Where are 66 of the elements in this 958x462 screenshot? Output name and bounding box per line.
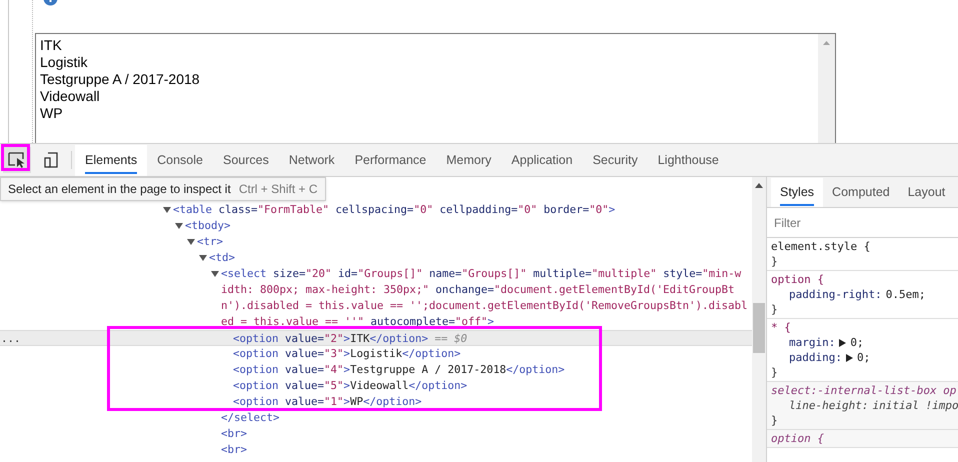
expand-arrow-icon[interactable]	[163, 206, 171, 214]
css-property[interactable]: padding-right:	[789, 287, 882, 302]
scroll-up-icon[interactable]	[755, 183, 763, 188]
dom-line[interactable]: ed = this.value == ''" autocomplete="off">	[221, 314, 494, 330]
dom-line[interactable]: <option value="1">WP</option>	[233, 394, 422, 410]
devtools-tab[interactable]: Network	[278, 145, 345, 176]
list-option[interactable]: Videowall	[40, 88, 818, 105]
devtools-tab[interactable]: Elements	[75, 145, 148, 176]
styles-tab[interactable]: Layout	[898, 178, 954, 207]
devtools-tab[interactable]: Application	[501, 145, 583, 176]
scrollbar-thumb[interactable]	[753, 303, 765, 353]
css-selector[interactable]: option {	[771, 272, 954, 287]
closing-brace: }	[771, 413, 779, 428]
list-option[interactable]: Logistik	[40, 54, 818, 71]
list-option[interactable]: WP	[40, 105, 818, 122]
dom-line[interactable]: idth: 800px; max-height: 350px;" onchange="document.getElementById('EditGroupBt	[221, 282, 735, 298]
dom-line[interactable]: <table class="FormTable" cellspacing="0" cellpadding="0" border="0">	[173, 202, 616, 218]
css-selector[interactable]: select:-internal-list-box op	[771, 383, 954, 398]
expand-arrow-icon[interactable]	[199, 254, 207, 262]
inspect-element-icon[interactable]	[8, 152, 26, 168]
closing-brace: }	[771, 365, 779, 380]
dom-line[interactable]: <td>	[209, 250, 236, 266]
group-listbox[interactable]: ITK Logistik Testgruppe A / 2017-2018 Videowall WP	[35, 33, 836, 143]
shortcut-hint: Ctrl + Shift + C	[238, 181, 318, 198]
filter-field[interactable]: Filter	[767, 208, 958, 237]
dom-line[interactable]: <tr>	[197, 234, 224, 250]
dom-line[interactable]: <select size="20" id="Groups[]" name="Groups[]" multiple="multiple" style="min-w	[221, 266, 742, 282]
dom-line[interactable]: <option value="2">ITK</option> == $0	[233, 331, 468, 347]
list-option[interactable]: ITK	[40, 37, 818, 54]
expand-arrow-icon[interactable]	[187, 238, 195, 246]
devtools-tab[interactable]: Security	[582, 145, 648, 176]
closing-brace: }	[771, 302, 779, 317]
css-selector[interactable]: element.style {	[771, 239, 954, 254]
devtools-tab[interactable]: Lighthouse	[648, 145, 729, 176]
expand-arrow-icon[interactable]	[175, 222, 183, 230]
highlight-frame	[1, 144, 30, 171]
dom-line[interactable]: <option value="3">Logistik</option>	[233, 346, 461, 362]
css-value[interactable]: 0;	[856, 350, 870, 365]
tooltip-text: Select an element in the page to inspect it	[8, 181, 231, 198]
css-selector[interactable]: * {	[771, 320, 954, 335]
dom-line[interactable]: n').disabled = this.value == '';document.getElementById('RemoveGroupsBtn').disabl	[221, 298, 748, 314]
expand-arrow-icon[interactable]	[211, 270, 219, 278]
styles-tab[interactable]: Computed	[823, 178, 899, 207]
css-property[interactable]: margin:	[789, 335, 836, 350]
more-dots[interactable]: ...	[1, 331, 21, 347]
css-property[interactable]: padding:	[789, 350, 842, 365]
css-value[interactable]: initial !impo	[872, 398, 958, 413]
list-option[interactable]: Testgruppe A / 2017-2018	[40, 71, 818, 88]
css-property[interactable]: line-height:	[789, 398, 868, 413]
dom-line[interactable]: </select>	[221, 410, 280, 426]
css-value[interactable]: 0;	[850, 335, 864, 350]
styles-tab[interactable]: Styles	[771, 178, 824, 207]
css-value[interactable]: 0.5em;	[886, 287, 926, 302]
scrollbar[interactable]	[818, 34, 835, 143]
dom-line[interactable]: <br>	[221, 426, 248, 442]
devtools-tab[interactable]: Console	[147, 145, 213, 176]
dom-line[interactable]: <tbody>	[185, 218, 231, 234]
devtools-tab[interactable]: Sources	[212, 145, 279, 176]
closing-brace: }	[771, 254, 779, 269]
devtools-tab[interactable]: Memory	[436, 145, 502, 176]
device-toggle-icon[interactable]	[44, 152, 58, 168]
dom-line[interactable]: <option value="5">Videowall</option>	[233, 378, 468, 394]
dom-line[interactable]: <option value="4">Testgruppe A / 2017-2018</option>	[233, 362, 565, 378]
dom-line[interactable]: <br>	[221, 442, 248, 458]
scrollbar[interactable]	[752, 177, 766, 462]
devtools-tab[interactable]: Performance	[344, 145, 436, 176]
